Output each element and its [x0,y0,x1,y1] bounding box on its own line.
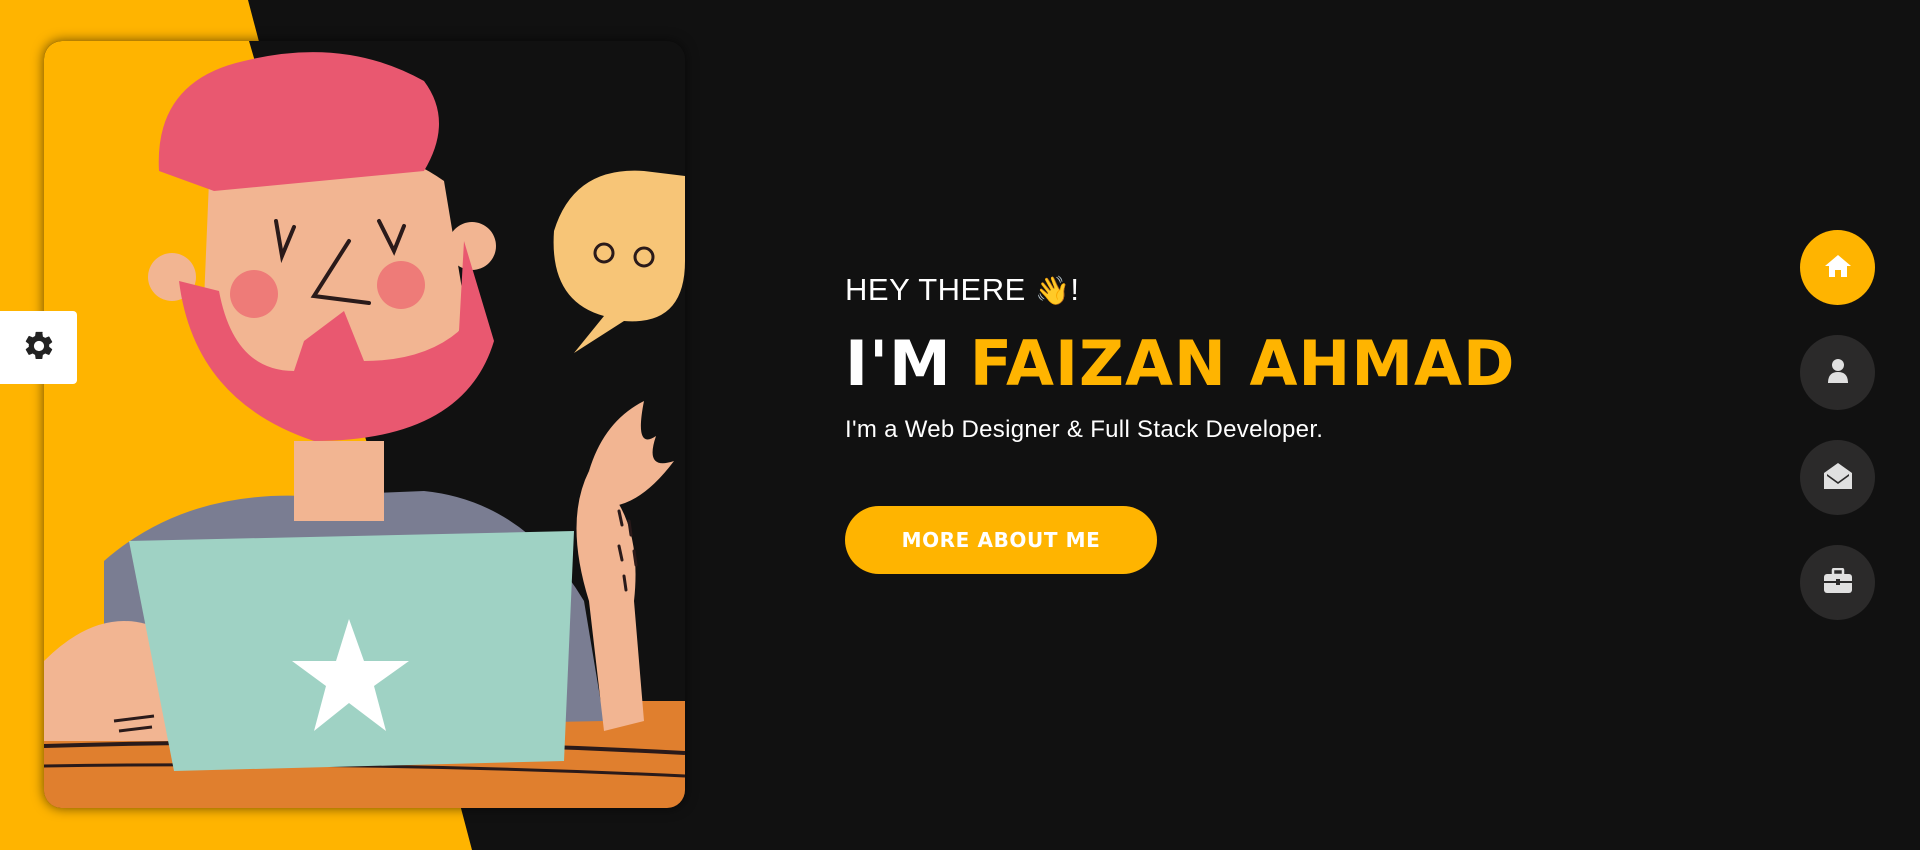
tagline: I'm a Web Designer & Full Stack Develope… [845,416,1324,443]
briefcase-icon [1823,567,1853,598]
side-navigation [1800,230,1875,650]
nav-about-button[interactable] [1800,335,1875,410]
name-highlight: FAIZAN AHMAD [969,327,1516,400]
nav-contact-button[interactable] [1800,440,1875,515]
greeting-label: HEY THERE [845,272,1026,307]
page-title: I'M FAIZAN AHMAD [845,324,1645,404]
hero-section: HEY THERE 👋! I'M FAIZAN AHMAD I'm a Web D… [845,270,1645,574]
envelope-open-icon [1823,462,1853,494]
settings-button[interactable] [0,311,77,384]
waving-hand-icon: 👋 [1034,274,1071,307]
more-about-me-button[interactable]: MORE ABOUT ME [845,506,1157,574]
greeting-text: HEY THERE 👋! [845,270,1645,310]
name-prefix: I'M [845,327,952,400]
greeting-suffix: ! [1070,272,1080,307]
nav-portfolio-button[interactable] [1800,545,1875,620]
gear-icon [22,329,56,367]
user-icon [1826,358,1850,388]
home-icon [1824,253,1852,283]
portrait-illustration [44,41,685,808]
nav-home-button[interactable] [1800,230,1875,305]
